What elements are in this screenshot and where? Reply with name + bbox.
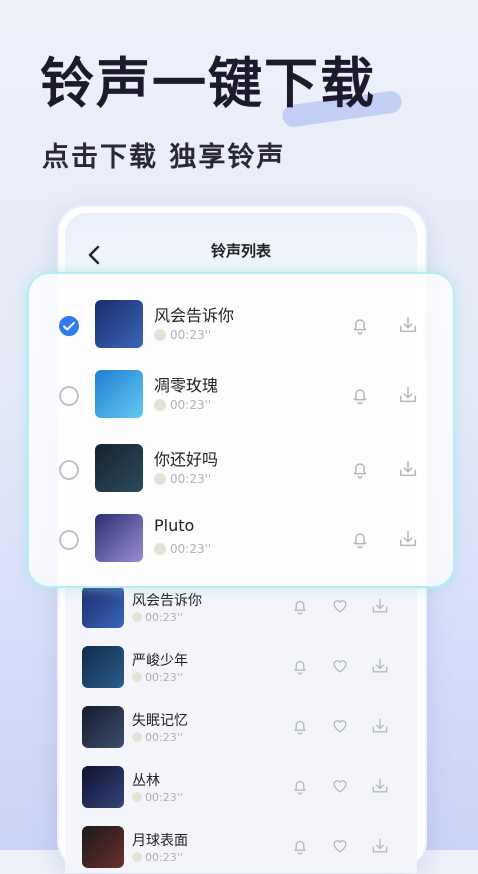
song-cover-image xyxy=(82,586,124,628)
ringtone-item[interactable]: Pluto 00:23'' xyxy=(29,514,453,570)
play-icon[interactable] xyxy=(132,672,142,682)
promo-headline: 铃声一键下载 xyxy=(40,52,376,115)
song-title: 你还好吗 xyxy=(154,450,219,469)
radio-unchecked[interactable] xyxy=(59,386,79,406)
song-duration: 00:23'' xyxy=(132,851,183,864)
download-icon[interactable] xyxy=(397,528,419,550)
bell-icon[interactable] xyxy=(290,596,310,616)
download-icon[interactable] xyxy=(397,458,419,480)
song-title: 月球表面 xyxy=(132,833,188,849)
screen-title: 铃声列表 xyxy=(210,242,271,260)
bell-icon[interactable] xyxy=(290,716,310,736)
bell-icon[interactable] xyxy=(349,314,371,336)
song-title: 失眠记忆 xyxy=(132,713,188,729)
song-duration: 00:23'' xyxy=(154,542,211,556)
song-cover-image xyxy=(95,300,143,348)
song-cover-image xyxy=(82,646,124,688)
song-duration: 00:23'' xyxy=(132,611,183,624)
play-icon[interactable] xyxy=(154,399,166,411)
song-cover-image xyxy=(95,370,143,418)
list-item[interactable]: 严峻少年 00:23'' xyxy=(82,646,412,694)
bell-icon[interactable] xyxy=(290,836,310,856)
bell-icon[interactable] xyxy=(349,458,371,480)
list-item[interactable]: 失眠记忆 00:23'' xyxy=(82,706,412,754)
play-icon[interactable] xyxy=(132,852,142,862)
list-item[interactable]: 丛林 00:23'' xyxy=(82,766,412,814)
download-icon[interactable] xyxy=(370,716,390,736)
song-duration: 00:23'' xyxy=(132,791,183,804)
song-cover-image xyxy=(82,826,124,868)
list-item[interactable]: 月球表面 00:23'' xyxy=(82,826,412,874)
play-icon[interactable] xyxy=(132,612,142,622)
download-icon[interactable] xyxy=(397,384,419,406)
download-icon[interactable] xyxy=(370,836,390,856)
ringtone-item[interactable]: 你还好吗 00:23'' xyxy=(29,444,453,500)
song-title: Pluto xyxy=(154,516,195,535)
song-title: 风会告诉你 xyxy=(132,593,202,609)
song-duration: 00:23'' xyxy=(132,671,183,684)
radio-checked[interactable] xyxy=(59,316,79,336)
play-icon[interactable] xyxy=(132,732,142,742)
song-duration: 00:23'' xyxy=(154,398,211,412)
play-icon[interactable] xyxy=(154,473,166,485)
heart-icon[interactable] xyxy=(330,716,350,736)
list-item[interactable]: 风会告诉你 00:23'' xyxy=(82,586,412,634)
heart-icon[interactable] xyxy=(330,656,350,676)
heart-icon[interactable] xyxy=(330,776,350,796)
download-icon[interactable] xyxy=(370,776,390,796)
song-cover-image xyxy=(95,444,143,492)
song-duration: 00:23'' xyxy=(154,328,211,342)
radio-unchecked[interactable] xyxy=(59,460,79,480)
heart-icon[interactable] xyxy=(330,596,350,616)
song-title: 严峻少年 xyxy=(132,653,188,669)
bell-icon[interactable] xyxy=(290,776,310,796)
download-icon[interactable] xyxy=(370,656,390,676)
song-duration: 00:23'' xyxy=(132,731,183,744)
ringtone-item[interactable]: 凋零玫瑰 00:23'' xyxy=(29,370,453,426)
song-duration: 00:23'' xyxy=(154,472,211,486)
ringtone-item[interactable]: 风会告诉你 00:23'' xyxy=(29,300,453,356)
bell-icon[interactable] xyxy=(290,656,310,676)
heart-icon[interactable] xyxy=(330,836,350,856)
song-title: 凋零玫瑰 xyxy=(154,376,219,395)
song-cover-image xyxy=(82,766,124,808)
selection-panel: 风会告诉你 00:23'' 凋零玫瑰 00:23'' 你还好吗 00:23'' … xyxy=(27,272,455,588)
song-title: 丛林 xyxy=(132,773,160,789)
play-icon[interactable] xyxy=(154,543,166,555)
song-title: 风会告诉你 xyxy=(154,306,235,325)
song-cover-image xyxy=(95,514,143,562)
download-icon[interactable] xyxy=(370,596,390,616)
play-icon[interactable] xyxy=(132,792,142,802)
bell-icon[interactable] xyxy=(349,528,371,550)
play-icon[interactable] xyxy=(154,329,166,341)
song-cover-image xyxy=(82,706,124,748)
radio-unchecked[interactable] xyxy=(59,530,79,550)
promo-subline: 点击下载 独享铃声 xyxy=(42,142,286,173)
bell-icon[interactable] xyxy=(349,384,371,406)
download-icon[interactable] xyxy=(397,314,419,336)
